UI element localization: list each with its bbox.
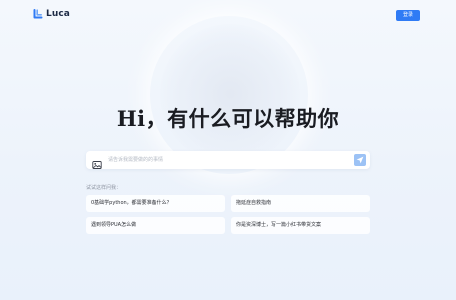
search-bar <box>86 151 370 169</box>
suggestion-card[interactable]: 你是资深博士，写一篇小红书带货文案 <box>231 217 370 234</box>
suggestion-card[interactable]: 0基础学python，都需要准备什么？ <box>86 195 225 212</box>
app-logo[interactable]: Luca <box>33 9 70 19</box>
login-button[interactable]: 登录 <box>396 10 420 21</box>
suggestions-label: 试试这样问我： <box>86 185 122 191</box>
send-icon <box>356 156 364 164</box>
top-header: Luca 登录 <box>0 0 456 32</box>
send-button[interactable] <box>354 154 366 166</box>
app-name: Luca <box>46 9 70 19</box>
search-input[interactable] <box>108 154 348 166</box>
suggestion-card[interactable]: 遇到领导PUA怎么做 <box>86 217 225 234</box>
page-title: Hi，有什么可以帮助你 <box>116 106 340 131</box>
suggestion-card[interactable]: 拖延症自救指南 <box>231 195 370 212</box>
image-upload-icon[interactable] <box>92 155 102 169</box>
luca-logo-icon <box>33 9 43 19</box>
background-glow <box>160 24 300 164</box>
